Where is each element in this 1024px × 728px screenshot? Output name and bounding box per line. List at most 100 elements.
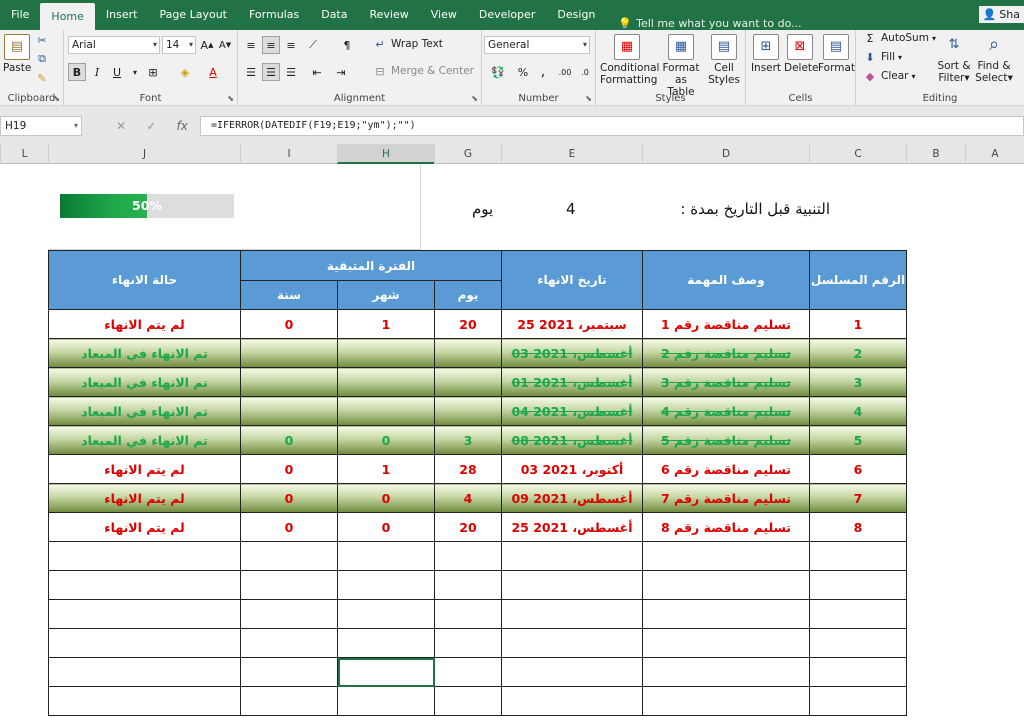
cell-date[interactable]: 01 أغسطس، 2021	[501, 367, 643, 397]
cell-date[interactable]: 09 أغسطس، 2021	[501, 483, 643, 513]
fill-button[interactable]: ⬇ Fill ▾	[862, 49, 902, 65]
tab-data[interactable]: Data	[310, 0, 358, 30]
cell-status[interactable]: لم يتم الانهاء	[48, 512, 241, 542]
cell-task[interactable]: تسليم مناقصة رقم 8	[642, 512, 810, 542]
clear-button[interactable]: ◆ Clear ▾	[862, 68, 916, 84]
cancel-icon[interactable]: ✕	[116, 119, 126, 133]
empty-cell[interactable]	[240, 657, 338, 687]
cell-date[interactable]: 03 أكتوبر، 2021	[501, 454, 643, 484]
empty-cell[interactable]	[240, 628, 338, 658]
tab-insert[interactable]: Insert	[95, 0, 149, 30]
empty-cell[interactable]	[240, 686, 338, 716]
align-center-icon[interactable]: ☰	[262, 63, 280, 81]
decrease-indent-icon[interactable]: ⇤	[308, 63, 326, 81]
worksheet[interactable]: 50% التنبية قبل التاريخ بمدة : 4 يوم حال…	[0, 164, 1024, 728]
font-color-icon[interactable]: A	[204, 63, 222, 81]
delete-cells-button[interactable]: ⊠ Delete	[784, 34, 819, 74]
cell-status[interactable]: تم الانهاء في الميعاد	[48, 396, 241, 426]
empty-cell[interactable]	[501, 570, 643, 600]
tab-page-layout[interactable]: Page Layout	[148, 0, 238, 30]
cell-task[interactable]: تسليم مناقصة رقم 3	[642, 367, 810, 397]
empty-cell[interactable]	[501, 541, 643, 571]
empty-cell[interactable]	[434, 628, 502, 658]
tell-me-search[interactable]: 💡 Tell me what you want to do...	[618, 17, 801, 30]
bold-button[interactable]: B	[68, 63, 86, 81]
find-select-button[interactable]: ⌕ Find & Select▾	[974, 32, 1014, 85]
column-header-l[interactable]: L	[0, 144, 48, 164]
empty-cell[interactable]	[48, 657, 241, 687]
empty-cell[interactable]	[48, 599, 241, 629]
font-size-combo[interactable]: 14 ▾	[162, 36, 196, 54]
wrap-text-button[interactable]: ↵ Wrap Text	[372, 36, 443, 52]
cell-year[interactable]	[240, 396, 338, 426]
copy-button[interactable]: ⧉	[34, 51, 50, 67]
enter-icon[interactable]: ✓	[146, 119, 156, 133]
dialog-launcher-icon[interactable]: ⬊	[471, 94, 478, 103]
paste-button[interactable]: ▤ Paste	[3, 34, 31, 74]
tab-developer[interactable]: Developer	[468, 0, 547, 30]
cell-task[interactable]: تسليم مناقصة رقم 7	[642, 483, 810, 513]
cut-button[interactable]: ✂	[34, 32, 50, 48]
empty-cell[interactable]	[337, 599, 435, 629]
cell-day[interactable]	[434, 396, 502, 426]
cell-month[interactable]	[337, 367, 435, 397]
cell-year[interactable]: 0	[240, 425, 338, 455]
cell-year[interactable]	[240, 367, 338, 397]
currency-icon[interactable]: 💱	[486, 63, 510, 81]
cell-task[interactable]: تسليم مناقصة رقم 1	[642, 309, 810, 339]
cell-year[interactable]: 0	[240, 309, 338, 339]
column-header-e[interactable]: E	[501, 144, 642, 164]
cell-task[interactable]: تسليم مناقصة رقم 6	[642, 454, 810, 484]
empty-cell[interactable]	[48, 628, 241, 658]
empty-cell[interactable]	[809, 657, 907, 687]
cell-month[interactable]: 1	[337, 454, 435, 484]
sort-filter-button[interactable]: ⇅ Sort & Filter▾	[936, 32, 972, 84]
empty-cell[interactable]	[434, 570, 502, 600]
autosum-button[interactable]: Σ AutoSum ▾	[862, 30, 936, 46]
empty-cell[interactable]	[337, 541, 435, 571]
cell-year[interactable]: 0	[240, 454, 338, 484]
cell-date[interactable]: 03 أغسطس، 2021	[501, 338, 643, 368]
cell-day[interactable]: 28	[434, 454, 502, 484]
merge-center-button[interactable]: ⊟ Merge & Center	[372, 63, 474, 79]
percent-button[interactable]: %	[514, 63, 532, 81]
column-header-a[interactable]: A	[965, 144, 1024, 164]
empty-cell[interactable]	[434, 599, 502, 629]
align-top-icon[interactable]: ≡	[242, 36, 260, 54]
empty-cell[interactable]	[48, 686, 241, 716]
decrease-decimal-icon[interactable]: .0	[576, 63, 594, 81]
dialog-launcher-icon[interactable]: ⬊	[585, 94, 592, 103]
empty-cell[interactable]	[501, 628, 643, 658]
tab-design[interactable]: Design	[546, 0, 606, 30]
column-header-c[interactable]: C	[809, 144, 906, 164]
empty-cell[interactable]	[642, 657, 810, 687]
empty-cell[interactable]	[337, 657, 435, 687]
cell-serial[interactable]: 7	[809, 483, 907, 513]
cell-month[interactable]	[337, 396, 435, 426]
empty-cell[interactable]	[642, 628, 810, 658]
increase-indent-icon[interactable]: ⇥	[332, 63, 350, 81]
decrease-font-button[interactable]: A ▼	[216, 36, 234, 54]
cell-status[interactable]: لم يتم الانهاء	[48, 454, 241, 484]
cell-serial[interactable]: 1	[809, 309, 907, 339]
rtl-icon[interactable]: ¶	[338, 36, 356, 54]
empty-cell[interactable]	[240, 541, 338, 571]
empty-cell[interactable]	[337, 570, 435, 600]
formula-input[interactable]: =IFERROR(DATEDIF(F19;E19;"ym");"")	[200, 116, 1024, 136]
empty-cell[interactable]	[809, 599, 907, 629]
empty-cell[interactable]	[642, 599, 810, 629]
cell-year[interactable]: 0	[240, 512, 338, 542]
empty-cell[interactable]	[501, 599, 643, 629]
cell-year[interactable]	[240, 338, 338, 368]
cell-status[interactable]: لم يتم الانهاء	[48, 483, 241, 513]
column-header-d[interactable]: D	[642, 144, 809, 164]
underline-button[interactable]: U	[108, 63, 126, 81]
user-account[interactable]: 👤 Sha	[978, 6, 1024, 23]
tab-file[interactable]: File	[0, 0, 40, 30]
cell-status[interactable]: تم الانهاء في الميعاد	[48, 367, 241, 397]
empty-cell[interactable]	[501, 686, 643, 716]
empty-cell[interactable]	[809, 541, 907, 571]
increase-font-button[interactable]: A ▲	[198, 36, 216, 54]
orientation-icon[interactable]: ⟋	[304, 36, 322, 54]
column-header-i[interactable]: I	[240, 144, 337, 164]
